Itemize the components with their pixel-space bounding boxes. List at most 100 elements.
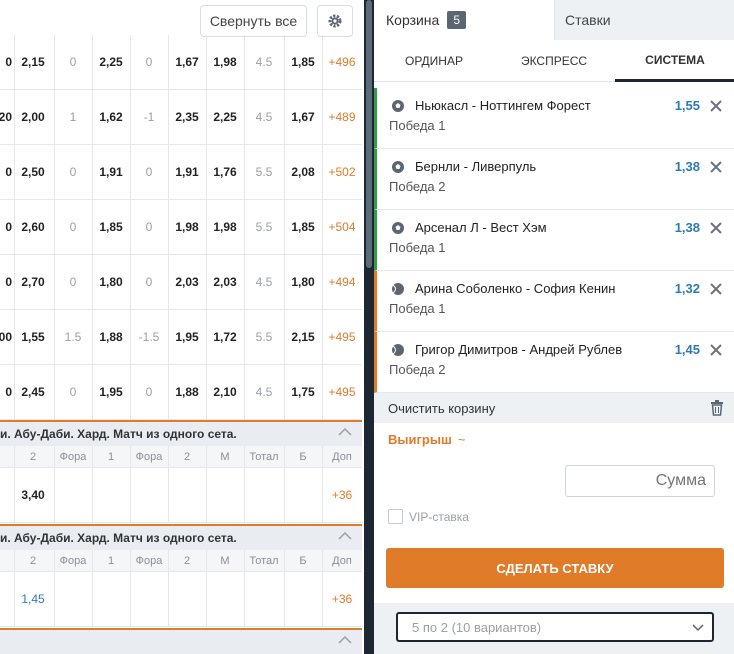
league-header[interactable]: и. Абу-Даби. Хард. Матч из одного сета.: [0, 420, 362, 446]
odds-cell[interactable]: 2,60: [14, 200, 52, 254]
odds-cell[interactable]: 1,67: [284, 90, 322, 144]
close-icon[interactable]: [710, 283, 722, 295]
league-header[interactable]: [0, 628, 362, 654]
odds-cell[interactable]: 1,75: [284, 365, 322, 419]
odds-cell[interactable]: 5.5: [244, 200, 284, 254]
clear-basket-row[interactable]: Очистить корзину: [374, 393, 734, 423]
odds-cell[interactable]: 4.5: [244, 35, 284, 89]
odds-cell[interactable]: 1: [54, 90, 92, 144]
tab-bets[interactable]: Ставки: [554, 0, 734, 40]
odds-cell[interactable]: 0: [0, 35, 12, 89]
odds-cell[interactable]: 4.5: [244, 365, 284, 419]
clear-basket-link[interactable]: Очистить корзину: [388, 401, 495, 416]
odds-cell[interactable]: 1,85: [284, 35, 322, 89]
odds-cell[interactable]: 0: [130, 255, 168, 309]
odds-cell[interactable]: 1,88: [168, 365, 206, 419]
odds-cell[interactable]: 1,98: [168, 200, 206, 254]
odds-cell[interactable]: 4.5: [244, 255, 284, 309]
odds-cell[interactable]: 2,08: [284, 145, 322, 199]
odds-cell[interactable]: 1.5: [54, 310, 92, 364]
odds-cell[interactable]: 1,55: [14, 310, 52, 364]
odds-cell[interactable]: 1,88: [92, 310, 130, 364]
odds-cell[interactable]: 2,35: [168, 90, 206, 144]
more-markets-link[interactable]: +496: [322, 35, 362, 89]
trash-icon[interactable]: [710, 400, 724, 416]
tab-single[interactable]: ОРДИНАР: [374, 40, 494, 82]
odds-cell[interactable]: 1,91: [168, 145, 206, 199]
more-markets-link[interactable]: +36: [322, 468, 362, 522]
chevron-up-icon[interactable]: [338, 635, 352, 645]
odds-cell[interactable]: 1,95: [168, 310, 206, 364]
odds-cell[interactable]: 5.5: [244, 145, 284, 199]
odds-cell[interactable]: 1,91: [92, 145, 130, 199]
odds-cell[interactable]: 2,45: [14, 365, 52, 419]
vip-checkbox[interactable]: [388, 509, 403, 524]
stake-amount-input[interactable]: [565, 465, 715, 497]
odds-cell[interactable]: 2,15: [284, 310, 322, 364]
odds-cell[interactable]: 0: [130, 365, 168, 419]
odds-cell[interactable]: 0: [0, 200, 12, 254]
odds-cell[interactable]: 2,50: [14, 145, 52, 199]
odds-cell[interactable]: 1,80: [284, 255, 322, 309]
odds-cell[interactable]: 1,85: [92, 200, 130, 254]
odds-cell[interactable]: -1.5: [130, 310, 168, 364]
odds-cell[interactable]: 1,85: [284, 200, 322, 254]
more-markets-link[interactable]: +504: [322, 200, 362, 254]
odds-cell[interactable]: 0: [0, 145, 12, 199]
odds-cell[interactable]: 2,15: [14, 35, 52, 89]
odds-cell[interactable]: 2,25: [92, 35, 130, 89]
odds-cell[interactable]: 0: [54, 365, 92, 419]
chevron-up-icon[interactable]: [338, 427, 352, 437]
odds-cell[interactable]: 0: [54, 200, 92, 254]
odds-cell[interactable]: 1,72: [206, 310, 244, 364]
odds-cell[interactable]: 2,10: [206, 365, 244, 419]
odds-cell[interactable]: 0: [130, 145, 168, 199]
system-variant-select[interactable]: 5 по 2 (10 вариантов): [396, 612, 714, 642]
odds-cell[interactable]: 2,03: [168, 255, 206, 309]
odds-cell[interactable]: 3,40: [14, 468, 52, 522]
more-markets-link[interactable]: +495: [322, 310, 362, 364]
collapse-all-button[interactable]: Свернуть все: [200, 5, 307, 37]
odds-cell[interactable]: 2,03: [206, 255, 244, 309]
close-icon[interactable]: [710, 344, 722, 356]
odds-cell[interactable]: 00: [0, 310, 12, 364]
odds-cell[interactable]: 0: [130, 35, 168, 89]
more-markets-link[interactable]: +36: [322, 572, 362, 626]
odds-cell[interactable]: 5.5: [244, 310, 284, 364]
scrollbar-thumb[interactable]: [366, 0, 372, 268]
odds-cell[interactable]: 1,67: [168, 35, 206, 89]
odds-cell[interactable]: 1,98: [206, 200, 244, 254]
league-header[interactable]: и. Абу-Даби. Хард. Матч из одного сета.: [0, 524, 362, 550]
odds-cell[interactable]: 1,45: [14, 572, 52, 626]
odds-cell[interactable]: 2,00: [14, 90, 52, 144]
close-icon[interactable]: [710, 100, 722, 112]
odds-cell[interactable]: 20: [0, 90, 12, 144]
vip-bet-option[interactable]: VIP-ставка: [388, 509, 469, 524]
more-markets-link[interactable]: +489: [322, 90, 362, 144]
odds-cell[interactable]: 0: [54, 145, 92, 199]
odds-cell[interactable]: 1,98: [206, 35, 244, 89]
odds-cell[interactable]: -1: [130, 90, 168, 144]
place-bet-button[interactable]: СДЕЛАТЬ СТАВКУ: [386, 548, 724, 588]
odds-cell[interactable]: 1,62: [92, 90, 130, 144]
tab-system[interactable]: СИСТЕМА: [615, 40, 734, 82]
odds-cell[interactable]: 1,80: [92, 255, 130, 309]
more-markets-link[interactable]: +502: [322, 145, 362, 199]
close-icon[interactable]: [710, 222, 722, 234]
chevron-up-icon[interactable]: [338, 531, 352, 541]
tab-express[interactable]: ЭКСПРЕСС: [494, 40, 614, 82]
odds-cell[interactable]: 2,25: [206, 90, 244, 144]
more-markets-link[interactable]: +495: [322, 365, 362, 419]
odds-cell[interactable]: 0: [54, 35, 92, 89]
odds-cell[interactable]: 2,70: [14, 255, 52, 309]
winnings-toggle[interactable]: Выигрыш ~: [388, 432, 465, 447]
odds-cell[interactable]: 4.5: [244, 90, 284, 144]
more-markets-link[interactable]: +494: [322, 255, 362, 309]
odds-cell[interactable]: 1,76: [206, 145, 244, 199]
close-icon[interactable]: [710, 161, 722, 173]
odds-cell[interactable]: 0: [130, 200, 168, 254]
tab-basket[interactable]: Корзина 5: [374, 0, 554, 40]
odds-cell[interactable]: 0: [54, 255, 92, 309]
odds-cell[interactable]: 0: [0, 365, 12, 419]
odds-cell[interactable]: 1,95: [92, 365, 130, 419]
